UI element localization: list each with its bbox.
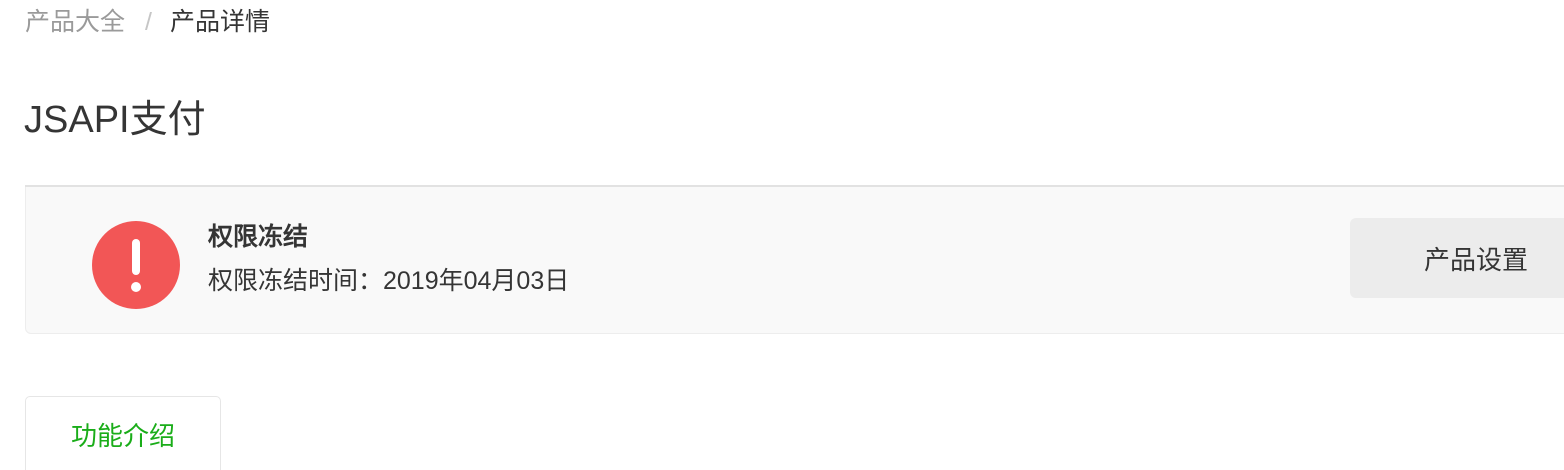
- product-settings-button[interactable]: 产品设置: [1350, 218, 1564, 298]
- tab-feature-intro[interactable]: 功能介绍: [25, 396, 221, 470]
- breadcrumb-separator: /: [145, 8, 152, 36]
- product-detail-page: 产品大全 / 产品详情 JSAPI支付 权限冻结 权限冻结时间：2019年04月…: [0, 0, 1564, 470]
- status-title: 权限冻结: [208, 223, 309, 251]
- status-detail: 权限冻结时间：2019年04月03日: [208, 267, 570, 295]
- exclamation-circle-icon: [92, 221, 180, 309]
- breadcrumb-item-current: 产品详情: [169, 8, 270, 36]
- page-title: JSAPI支付: [24, 99, 206, 141]
- breadcrumb: 产品大全 / 产品详情: [25, 2, 270, 42]
- tab-label: 功能介绍: [70, 421, 175, 451]
- breadcrumb-item-products[interactable]: 产品大全: [25, 2, 125, 42]
- status-panel: 权限冻结 权限冻结时间：2019年04月03日 产品设置: [25, 187, 1564, 334]
